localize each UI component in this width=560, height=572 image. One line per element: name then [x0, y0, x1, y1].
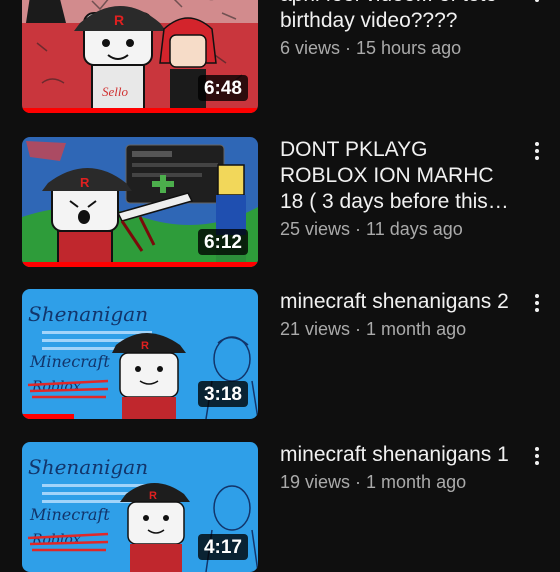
thumbnail-minecraft-text: Minecraft [29, 505, 110, 524]
video-info[interactable]: minecraft shenanigans 1 19 views · 1 mon… [280, 442, 520, 493]
thumbnail-brand-letter: R [141, 340, 149, 352]
watch-progress-bar [22, 108, 258, 113]
thumbnail-shenanigan-text: Shenanigan [28, 455, 148, 479]
video-title[interactable]: minecraft shenanigans 1 [280, 442, 520, 468]
video-duration: 3:18 [197, 381, 248, 407]
thumbnail-sign-text: Sello [102, 84, 128, 99]
video-title[interactable]: april fool video... of teto birthday vid… [280, 0, 520, 34]
video-title[interactable]: minecraft shenanigans 2 [280, 289, 520, 315]
video-info[interactable]: april fool video... of teto birthday vid… [280, 0, 520, 59]
video-thumbnail[interactable]: Shenanigan Minecraft Roblox R [22, 442, 258, 572]
more-vert-icon[interactable] [527, 137, 547, 165]
video-item[interactable]: R 6:12 DONT PKLAYG ROBLOX ION MARHC 18 (… [0, 137, 560, 267]
video-feed: R Sello 6:48 april fool video... of teto… [0, 0, 560, 572]
video-item[interactable]: R Sello 6:48 april fool video... of teto… [0, 0, 560, 113]
video-thumbnail[interactable]: R 6:12 [22, 137, 258, 267]
watch-progress-bar [22, 262, 258, 267]
video-thumbnail[interactable]: Shenanigan Minecraft Roblox R [22, 289, 258, 419]
more-vert-icon[interactable] [527, 0, 547, 7]
video-meta: 25 views · 11 days ago [280, 219, 463, 239]
video-meta: 19 views · 1 month ago [280, 472, 467, 492]
video-meta: 6 views · 15 hours ago [280, 38, 462, 58]
video-duration: 6:48 [197, 75, 248, 101]
thumbnail-roblox-text: Roblox [31, 532, 81, 548]
video-title[interactable]: DONT PKLAYG ROBLOX ION MARHC 18 ( 3 days… [280, 137, 520, 215]
thumbnail-brand-letter: R [114, 12, 124, 28]
video-info[interactable]: minecraft shenanigans 2 21 views · 1 mon… [280, 289, 520, 340]
video-item[interactable]: Shenanigan Minecraft Roblox R [0, 289, 560, 419]
video-info[interactable]: DONT PKLAYG ROBLOX ION MARHC 18 ( 3 days… [280, 137, 520, 240]
watch-progress-bar [22, 414, 74, 419]
thumbnail-minecraft-text: Minecraft [29, 352, 110, 371]
video-duration: 4:17 [197, 534, 248, 560]
video-thumbnail[interactable]: R Sello 6:48 [22, 0, 258, 113]
thumbnail-shenanigan-text: Shenanigan [28, 302, 148, 326]
more-vert-icon[interactable] [527, 442, 547, 470]
thumbnail-roblox-text: Roblox [31, 379, 81, 395]
video-meta: 21 views · 1 month ago [280, 319, 467, 339]
thumbnail-brand-letter: R [80, 175, 90, 190]
video-duration: 6:12 [197, 229, 248, 255]
more-vert-icon[interactable] [527, 289, 547, 317]
video-item[interactable]: Shenanigan Minecraft Roblox R [0, 442, 560, 572]
thumbnail-brand-letter: R [149, 490, 157, 502]
